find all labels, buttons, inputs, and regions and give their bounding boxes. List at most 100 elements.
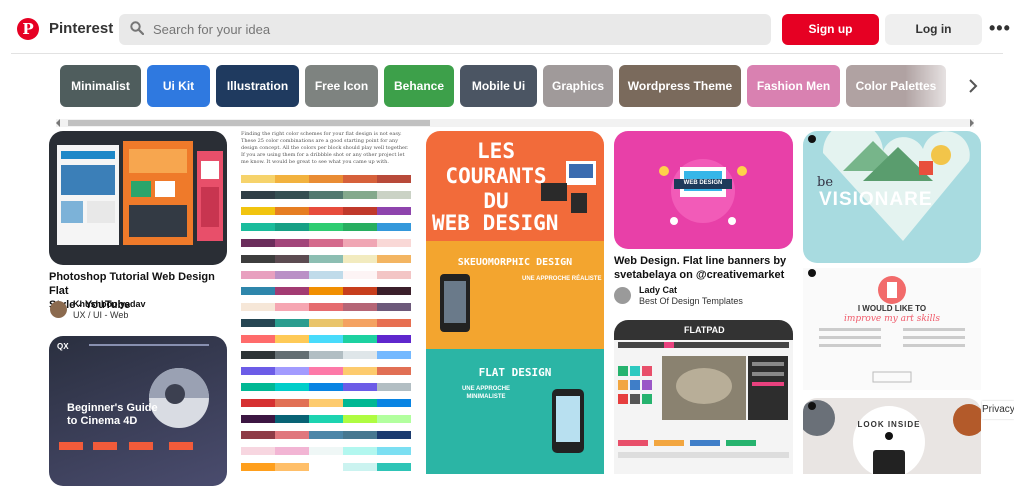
palette-swatch (343, 287, 377, 295)
palette-swatch (275, 175, 309, 183)
palette-swatch (343, 223, 377, 231)
pin-be: be (817, 175, 834, 190)
category-pill-illustration[interactable]: Illustration (216, 65, 299, 107)
palette-swatch (241, 239, 275, 247)
section-tag-line: MINIMALISTE (466, 394, 506, 400)
brand-name[interactable]: Pinterest (49, 20, 113, 37)
pin-color-palettes[interactable]: Finding the right color schemes for your… (237, 131, 415, 474)
pin-more-icon[interactable] (808, 269, 816, 277)
more-options-icon[interactable]: ••• (989, 18, 1011, 39)
palette-swatch (241, 351, 275, 359)
pin-user-name: Lady Cat (639, 285, 678, 295)
pin-cinema4d-guide[interactable]: QX Beginner's Guide to Cinema 4D (49, 336, 227, 486)
palette-swatch (241, 415, 275, 423)
chevron-right-icon[interactable] (967, 77, 979, 95)
horizontal-scrollbar[interactable] (56, 119, 974, 127)
category-pill-free-icon[interactable]: Free Icon (305, 65, 378, 107)
palette-swatch (275, 319, 309, 327)
pin-heading-line: Beginner's Guide (67, 402, 158, 414)
pin-flat-line-banners[interactable]: WEB DESIGN (614, 131, 793, 249)
palette-swatch (241, 367, 275, 375)
signup-button[interactable]: Sign up (782, 14, 879, 45)
palette-swatch (241, 191, 275, 199)
palette-swatch (309, 287, 343, 295)
palette-swatch (275, 207, 309, 215)
palette-swatch (241, 335, 275, 343)
header-divider (11, 53, 1003, 54)
avatar[interactable] (50, 301, 67, 318)
pin-more-icon[interactable] (808, 402, 816, 410)
category-pill-behance[interactable]: Behance (384, 65, 454, 107)
palette-swatch (309, 399, 343, 407)
pin-heading-line: to Cinema 4D (67, 415, 138, 427)
palette-swatch (377, 207, 411, 215)
palette-swatch (241, 271, 275, 279)
pin-board-name: Best Of Design Templates (639, 296, 743, 306)
scroll-right-arrow-icon[interactable] (970, 119, 974, 127)
category-pill-mobile-ui[interactable]: Mobile Ui (460, 65, 537, 107)
top-header: P Pinterest Sign up Log in ••• (0, 0, 1014, 56)
pin-badge: WEB DESIGN (683, 180, 723, 186)
pin-user-name: Khushboo yadav (73, 299, 146, 309)
category-pill-minimalist[interactable]: Minimalist (60, 65, 141, 107)
pin-look-inside[interactable]: LOOK INSIDE (803, 398, 981, 474)
palette-swatch (377, 303, 411, 311)
avatar[interactable] (614, 287, 631, 304)
palette-swatch (275, 415, 309, 423)
category-pill-wordpress-theme[interactable]: Wordpress Theme (619, 65, 741, 107)
category-pill-ui-kit[interactable]: Ui Kit (147, 65, 210, 107)
pin-attribution[interactable]: Lady Cat Best Of Design Templates (639, 285, 743, 307)
palette-swatch (241, 431, 275, 439)
section-flat: FLAT DESIGN (478, 366, 552, 379)
palette-swatch (275, 287, 309, 295)
palette-swatch (241, 319, 275, 327)
palette-swatch (343, 463, 377, 471)
pin-flatpad-ui[interactable]: FLATPAD (614, 320, 793, 474)
palette-swatch (377, 351, 411, 359)
category-pill-fashion-men[interactable]: Fashion Men (747, 65, 840, 107)
pin-attribution[interactable]: Khushboo yadav UX / UI - Web (73, 299, 146, 321)
pin-badge: QX (57, 342, 69, 351)
palette-swatch (377, 223, 411, 231)
login-button[interactable]: Log in (885, 14, 982, 45)
pin-more-icon[interactable] (808, 135, 816, 143)
pin-title[interactable]: Web Design. Flat line banners by svetabe… (614, 254, 794, 282)
palette-swatch (275, 255, 309, 263)
pin-image (659, 159, 747, 225)
palette-swatch (343, 415, 377, 423)
palette-swatch (241, 175, 275, 183)
palette-swatch (377, 415, 411, 423)
pin-image (426, 161, 604, 474)
palette-swatch (343, 239, 377, 247)
palette-swatch (377, 447, 411, 455)
palette-swatch (309, 191, 343, 199)
pin-be-visionare[interactable]: be VISIONARE (803, 131, 981, 263)
search-input[interactable] (153, 14, 753, 45)
scroll-left-arrow-icon[interactable] (56, 119, 60, 127)
category-pill-graphics[interactable]: Graphics (543, 65, 613, 107)
palette-swatch (377, 175, 411, 183)
palette-swatch (343, 447, 377, 455)
pin-heading: VISIONARE (819, 189, 933, 210)
pin-image (819, 276, 965, 383)
pin-photoshop-tutorial[interactable] (49, 131, 227, 265)
palette-swatch (309, 367, 343, 375)
palette-swatch (309, 207, 343, 215)
palette-swatch (309, 175, 343, 183)
palette-swatch (275, 303, 309, 311)
privacy-link[interactable]: Privacy (982, 401, 1014, 419)
palette-swatch (309, 415, 343, 423)
palette-swatch (275, 239, 309, 247)
search-bar[interactable] (119, 14, 771, 45)
pin-improve-skills[interactable]: I WOULD LIKE TO improve my art skills (803, 268, 981, 390)
scrollbar-thumb[interactable] (68, 120, 430, 126)
pinterest-logo-icon[interactable]: P (17, 18, 39, 40)
palette-swatch (241, 303, 275, 311)
pin-heading: Beginner's Guide to Cinema 4D (67, 402, 158, 428)
pin-web-design-trends[interactable]: LES COURANTS DU WEB DESIGN SKEUOMORPHIC … (426, 131, 604, 474)
section-tag-line: UNE APPROCHE (461, 386, 511, 392)
palette-swatch (377, 239, 411, 247)
section-tag: UNE APPROCHE RÉALISTE (522, 276, 602, 282)
palette-swatch (377, 399, 411, 407)
section-tag: UNE APPROCHE MINIMALISTE (456, 385, 516, 401)
